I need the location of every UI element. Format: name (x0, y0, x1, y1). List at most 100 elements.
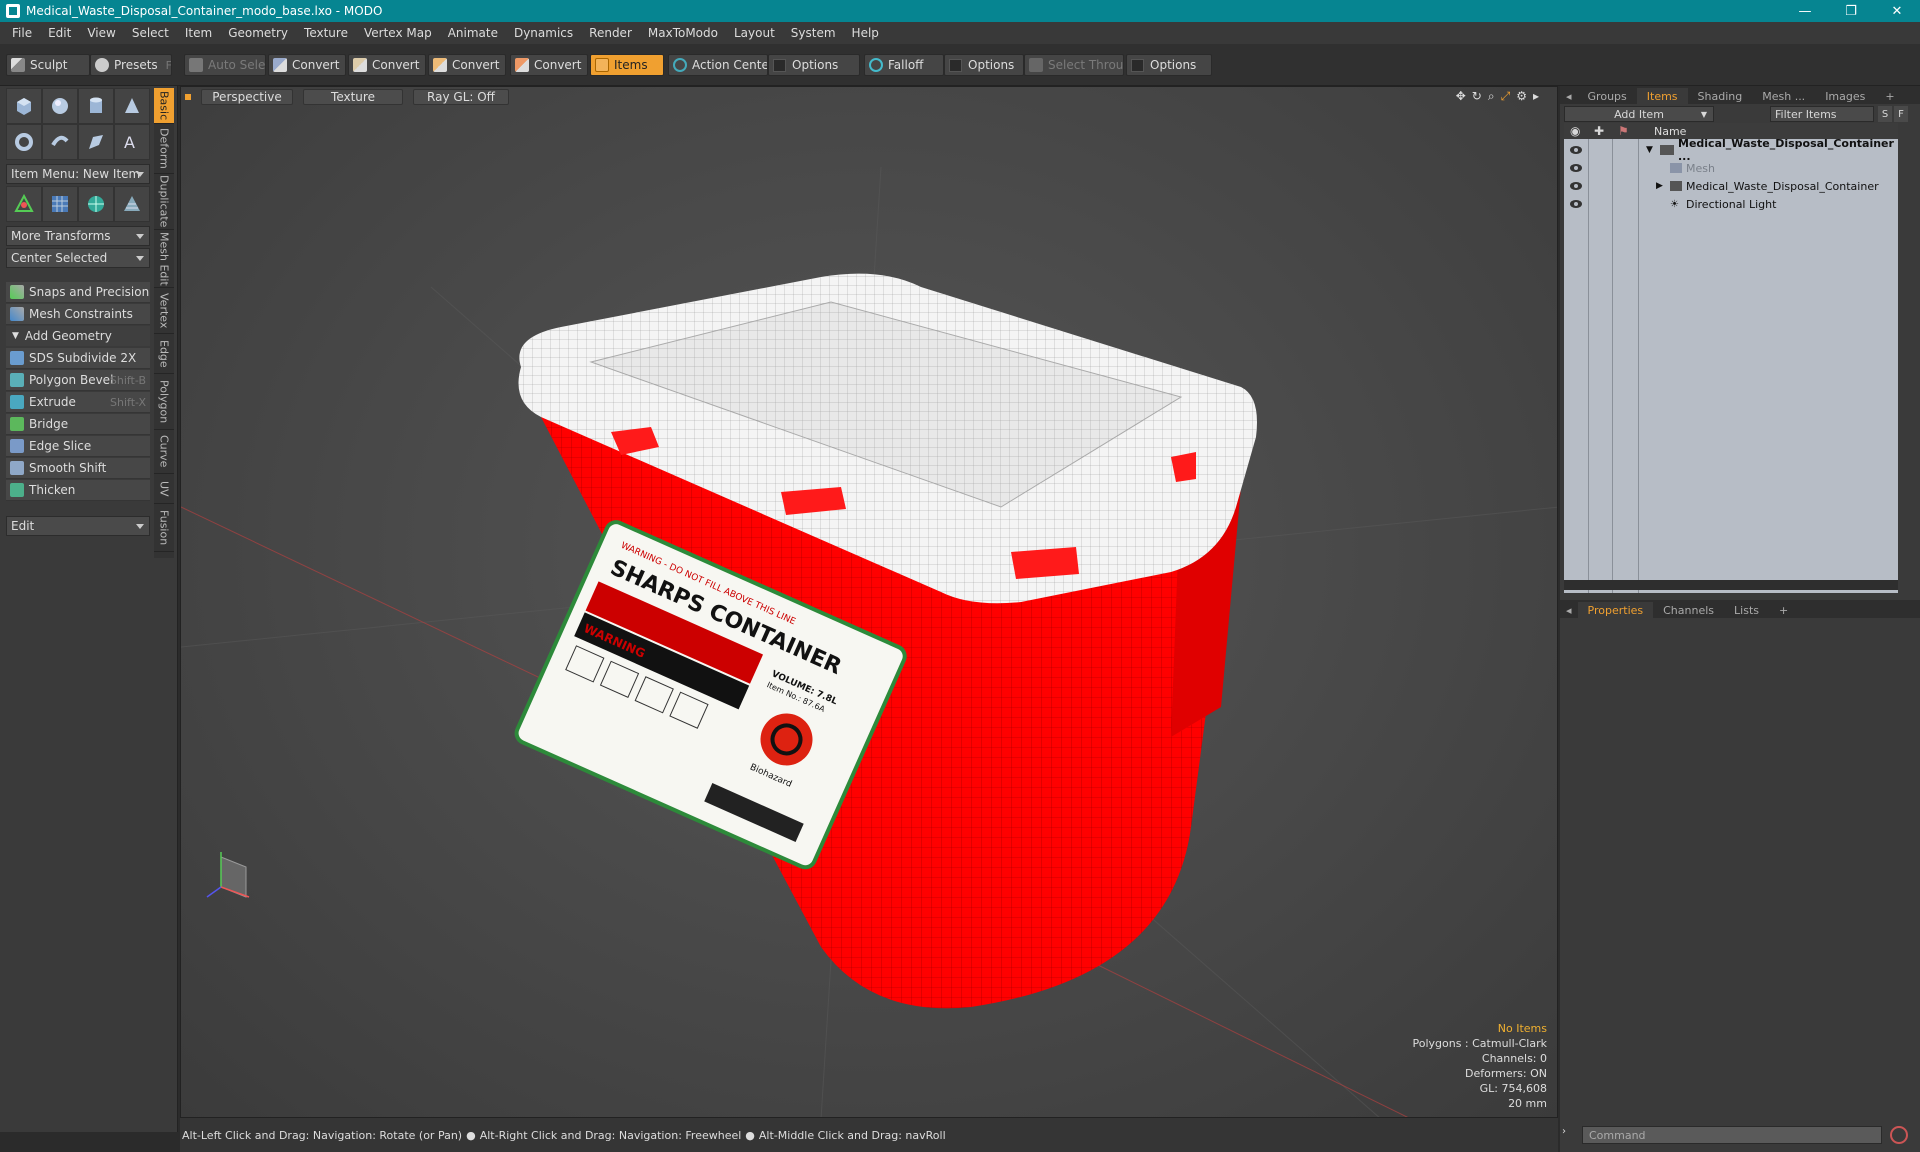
menu-texture[interactable]: Texture (296, 26, 356, 40)
eye-icon[interactable] (1570, 164, 1582, 172)
tab-properties[interactable]: Properties (1577, 602, 1654, 618)
minimize-button[interactable]: — (1782, 0, 1828, 22)
edge-slice-button[interactable]: Edge Slice (6, 436, 150, 457)
panel-menu-icon[interactable]: ◂ (1560, 602, 1578, 618)
tree-row-container[interactable]: ▶ Medical_Waste_Disposal_Container (1564, 177, 1898, 195)
snaps-and-precision-button[interactable]: Snaps and Precision (6, 282, 150, 303)
sds-subdivide-button[interactable]: SDS Subdivide 2X (6, 348, 150, 369)
3d-viewport[interactable]: Perspective Texture Ray GL: Off ✥ ↻ ⌕ ⤢ … (180, 86, 1558, 1118)
action-center-button[interactable]: Action Center (668, 54, 768, 76)
menu-animate[interactable]: Animate (440, 26, 506, 40)
menu-dynamics[interactable]: Dynamics (506, 26, 581, 40)
lock-column-icon[interactable]: ✚ (1594, 124, 1604, 138)
tree-row-scene[interactable]: ▼ Medical_Waste_Disposal_Container ... (1564, 137, 1898, 163)
polygon-bevel-button[interactable]: Polygon Bevel Shift-B (6, 370, 150, 391)
menu-view[interactable]: View (79, 26, 123, 40)
command-input[interactable]: Command (1582, 1126, 1882, 1144)
tab-deform[interactable]: Deform (154, 124, 174, 174)
items-list-scrollbar[interactable] (1564, 580, 1898, 590)
select-through-options-button[interactable]: Options (1126, 54, 1212, 76)
menu-layout[interactable]: Layout (726, 26, 783, 40)
options-checkbox[interactable] (773, 58, 786, 72)
extrude-button[interactable]: Extrude Shift-X (6, 392, 150, 413)
select-through-button[interactable]: Select Through (1024, 54, 1124, 76)
tab-items[interactable]: Items (1636, 88, 1688, 104)
grid-icon[interactable] (42, 186, 78, 222)
add-item-dropdown[interactable]: Add Item ▼ (1564, 106, 1714, 122)
tab-lists[interactable]: Lists (1724, 602, 1769, 618)
menu-render[interactable]: Render (581, 26, 640, 40)
menu-select[interactable]: Select (124, 26, 177, 40)
center-selected-dropdown[interactable]: Center Selected (6, 248, 150, 268)
expand-arrow-icon[interactable]: ▶ (1656, 181, 1663, 191)
cylinder-primitive-icon[interactable] (78, 88, 114, 124)
menu-help[interactable]: Help (844, 26, 887, 40)
tab-uv[interactable]: UV (154, 474, 174, 504)
tree-row-light[interactable]: ☀ Directional Light (1564, 195, 1898, 213)
expand-arrow-icon[interactable]: ▼ (1646, 145, 1653, 155)
add-geometry-section[interactable]: ▼ Add Geometry (6, 326, 150, 346)
filter-items-input[interactable]: Filter Items (1770, 106, 1874, 122)
sphere-primitive-icon[interactable] (42, 88, 78, 124)
tree-row-mesh[interactable]: Mesh (1564, 159, 1898, 177)
auto-select-button[interactable]: Auto Select (184, 54, 266, 76)
select-through-options-checkbox[interactable] (1131, 58, 1144, 72)
transform-gizmo-icon[interactable] (6, 186, 42, 222)
tab-vertex[interactable]: Vertex (154, 288, 174, 334)
tab-basic[interactable]: Basic (154, 88, 174, 124)
maximize-button[interactable]: ❐ (1828, 0, 1874, 22)
tab-mesh[interactable]: Mesh ... (1752, 88, 1815, 104)
cone-primitive-icon[interactable] (114, 88, 150, 124)
tab-duplicate[interactable]: Duplicate (154, 174, 174, 230)
tab-fusion[interactable]: Fusion (154, 504, 174, 552)
presets-button[interactable]: Presets F6 (90, 54, 172, 76)
thicken-button[interactable]: Thicken (6, 480, 150, 501)
eye-icon[interactable] (1570, 182, 1582, 190)
menu-file[interactable]: File (4, 26, 40, 40)
menu-edit[interactable]: Edit (40, 26, 79, 40)
items-mode-button[interactable]: Items (590, 54, 664, 76)
globe-icon[interactable] (78, 186, 114, 222)
mesh-constraints-button[interactable]: Mesh Constraints (6, 304, 150, 325)
visibility-column-icon[interactable]: ◉ (1570, 124, 1580, 138)
close-button[interactable]: ✕ (1874, 0, 1920, 22)
add-tab-icon[interactable]: + (1769, 602, 1798, 618)
falloff-options-button[interactable]: Options (944, 54, 1024, 76)
tab-mesh-edit[interactable]: Mesh Edit (154, 230, 174, 288)
bridge-button[interactable]: Bridge (6, 414, 150, 435)
convert-edges-button[interactable]: Convert (348, 54, 426, 76)
tab-edge[interactable]: Edge (154, 334, 174, 374)
cube-primitive-icon[interactable] (6, 88, 42, 124)
torus-primitive-icon[interactable] (6, 124, 42, 160)
f-filter-button[interactable]: F (1894, 106, 1908, 122)
falloff-options-checkbox[interactable] (949, 58, 962, 72)
convert-materials-button[interactable]: Convert (510, 54, 588, 76)
mesh-icon[interactable] (114, 186, 150, 222)
item-menu-dropdown[interactable]: Item Menu: New Item (6, 164, 150, 184)
eye-icon[interactable] (1570, 200, 1582, 208)
convert-polygons-button[interactable]: Convert (428, 54, 506, 76)
type-column-icon[interactable]: ⚑ (1618, 124, 1629, 138)
name-column-header[interactable]: Name (1654, 125, 1686, 138)
action-center-options-button[interactable]: Options (768, 54, 860, 76)
tab-shading[interactable]: Shading (1688, 88, 1753, 104)
edit-dropdown[interactable]: Edit (6, 516, 150, 536)
eye-icon[interactable] (1570, 146, 1582, 154)
tab-polygon[interactable]: Polygon (154, 374, 174, 430)
text-primitive-icon[interactable]: A (114, 124, 150, 160)
add-tab-icon[interactable]: + (1875, 88, 1904, 104)
menu-maxtomodo[interactable]: MaxToModo (640, 26, 726, 40)
more-transforms-dropdown[interactable]: More Transforms (6, 226, 150, 246)
menu-item[interactable]: Item (177, 26, 220, 40)
menu-geometry[interactable]: Geometry (220, 26, 296, 40)
falloff-button[interactable]: Falloff (864, 54, 944, 76)
tab-curve[interactable]: Curve (154, 430, 174, 474)
convert-vertices-button[interactable]: Convert (268, 54, 346, 76)
tab-groups[interactable]: Groups (1578, 88, 1637, 104)
tab-images[interactable]: Images (1815, 88, 1875, 104)
record-icon[interactable] (1890, 1126, 1908, 1144)
tab-channels[interactable]: Channels (1653, 602, 1724, 618)
pen-tool-icon[interactable] (78, 124, 114, 160)
s-filter-button[interactable]: S (1878, 106, 1892, 122)
tube-primitive-icon[interactable] (42, 124, 78, 160)
